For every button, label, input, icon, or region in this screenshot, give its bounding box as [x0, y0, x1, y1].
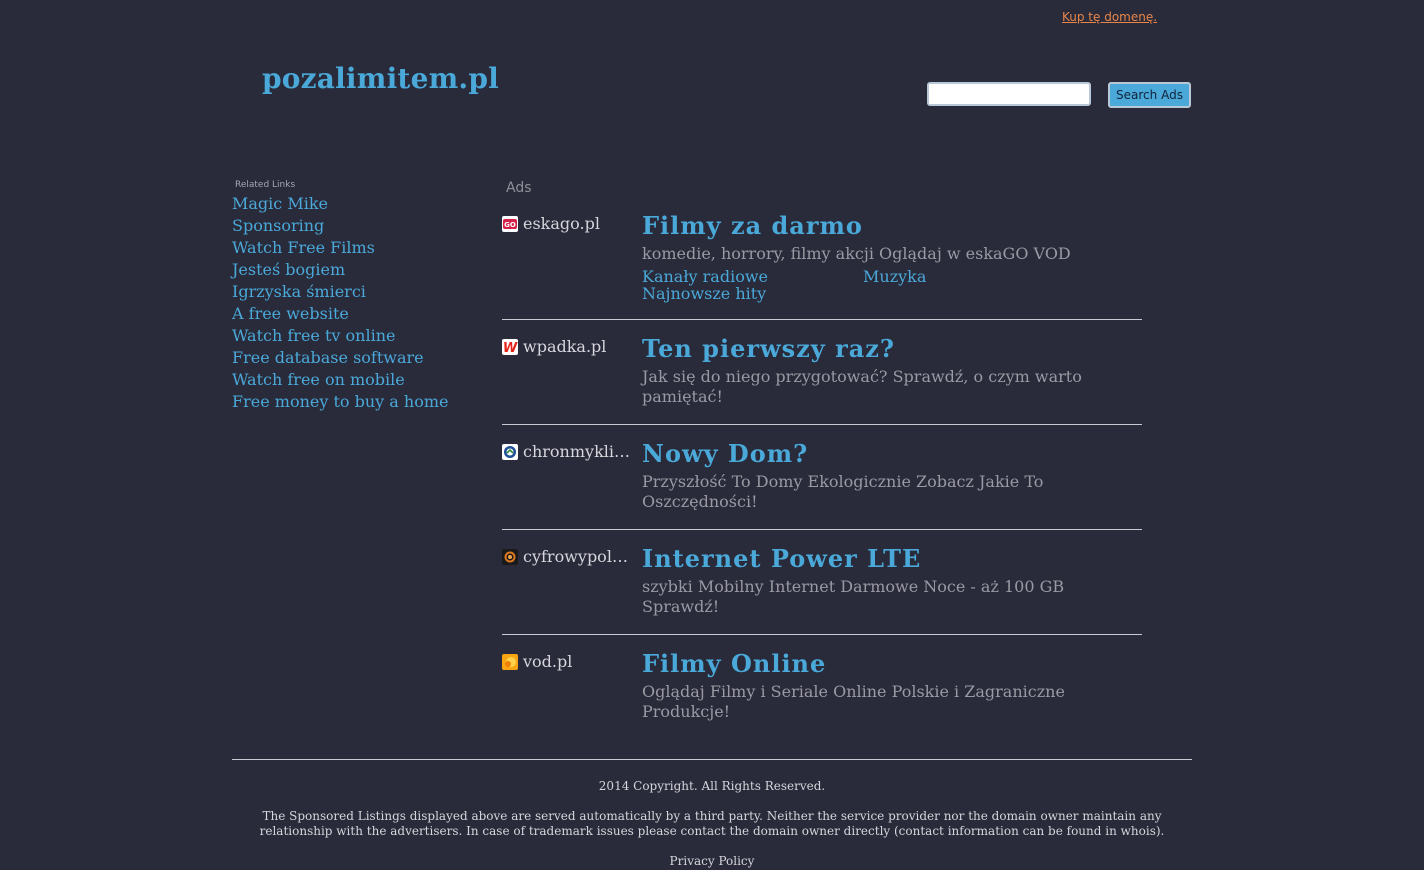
ad-domain-link[interactable]: chronmyklimat.pl — [523, 442, 635, 461]
related-link[interactable]: Watch free tv online — [232, 326, 395, 345]
buy-domain-link[interactable]: Kup tę domenę. — [1062, 10, 1157, 24]
vod-favicon-icon — [502, 654, 518, 670]
ad-description: komedie, horrory, filmy akcji Oglądaj w … — [642, 244, 1071, 263]
disclaimer-text: The Sponsored Listings displayed above a… — [259, 809, 1165, 838]
related-link[interactable]: Watch free on mobile — [232, 370, 405, 389]
cyfrowypolsat-favicon-icon — [502, 549, 518, 565]
ad-description: Jak się do niego przygotować? Sprawdź, o… — [642, 367, 1082, 406]
ad-sitelink[interactable]: Muzyka — [863, 268, 926, 285]
copyright-text: 2014 Copyright. All Rights Reserved. — [598, 779, 826, 793]
ad-title-link[interactable]: Nowy Dom? — [642, 439, 808, 468]
related-link-item: Watch free on mobile — [232, 369, 449, 391]
ad-listing: W wpadka.pl Ten pierwszy raz? Jak się do… — [502, 334, 1142, 425]
svg-text:GO: GO — [504, 221, 516, 229]
related-links-heading: Related Links — [235, 180, 296, 190]
related-link-item: Magic Mike — [232, 193, 449, 215]
related-link-item: Igrzyska śmierci — [232, 281, 449, 303]
ad-description: Oglądaj Filmy i Seriale Online Polskie i… — [642, 682, 1065, 721]
ad-title-link[interactable]: Filmy za darmo — [642, 211, 863, 240]
related-link[interactable]: Igrzyska śmierci — [232, 282, 366, 301]
ad-title-link[interactable]: Ten pierwszy raz? — [642, 334, 895, 363]
related-link-item: Jesteś bogiem — [232, 259, 449, 281]
ads-heading: Ads — [506, 180, 532, 196]
related-link[interactable]: Jesteś bogiem — [232, 260, 345, 279]
eskago-favicon-icon: GO — [502, 216, 518, 232]
privacy-policy-link[interactable]: Privacy Policy — [232, 854, 1192, 868]
ad-domain-link[interactable]: eskago.pl — [523, 214, 635, 233]
related-link-item: Watch free tv online — [232, 325, 449, 347]
ad-description: Przyszłość To Domy Ekologicznie Zobacz J… — [642, 472, 1044, 511]
site-logo[interactable]: pozalimitem.pl — [262, 62, 499, 95]
related-link[interactable]: Free money to buy a home — [232, 392, 449, 411]
svg-text:W: W — [503, 341, 518, 355]
related-link-item: Watch Free Films — [232, 237, 449, 259]
related-link-item: Sponsoring — [232, 215, 449, 237]
related-link[interactable]: Free database software — [232, 348, 424, 367]
ad-listing: chronmyklimat.pl Nowy Dom? Przyszłość To… — [502, 439, 1142, 530]
ad-description: szybki Mobilny Internet Darmowe Noce - a… — [642, 577, 1065, 616]
ad-listing: GO eskago.pl Filmy za darmo komedie, hor… — [502, 211, 1142, 320]
ad-listing: vod.pl Filmy Online Oglądaj Filmy i Seri… — [502, 649, 1142, 739]
related-link[interactable]: Sponsoring — [232, 216, 324, 235]
wpadka-favicon-icon: W — [502, 339, 518, 355]
search-input[interactable] — [927, 82, 1091, 106]
related-link-item: Free database software — [232, 347, 449, 369]
chronmyklimat-favicon-icon — [502, 444, 518, 460]
search-ads-button[interactable]: Search Ads — [1108, 82, 1191, 108]
footer-divider — [232, 759, 1192, 760]
related-links-list: Magic Mike Sponsoring Watch Free Films J… — [232, 193, 449, 413]
ad-domain-link[interactable]: vod.pl — [523, 652, 635, 671]
related-link-item: Free money to buy a home — [232, 391, 449, 413]
ad-sitelink[interactable]: Kanały radiowe — [642, 268, 768, 285]
ad-listing: cyfrowypolsat.pl Internet Power LTE szyb… — [502, 544, 1142, 635]
ad-sitelink[interactable]: Najnowsze hity — [642, 285, 766, 302]
ad-domain-link[interactable]: wpadka.pl — [523, 337, 635, 356]
ad-domain-link[interactable]: cyfrowypolsat.pl — [523, 547, 635, 566]
related-link[interactable]: A free website — [232, 304, 349, 323]
ad-title-link[interactable]: Internet Power LTE — [642, 544, 921, 573]
related-link-item: A free website — [232, 303, 449, 325]
related-link[interactable]: Watch Free Films — [232, 238, 375, 257]
ad-title-link[interactable]: Filmy Online — [642, 649, 826, 678]
related-link[interactable]: Magic Mike — [232, 194, 328, 213]
